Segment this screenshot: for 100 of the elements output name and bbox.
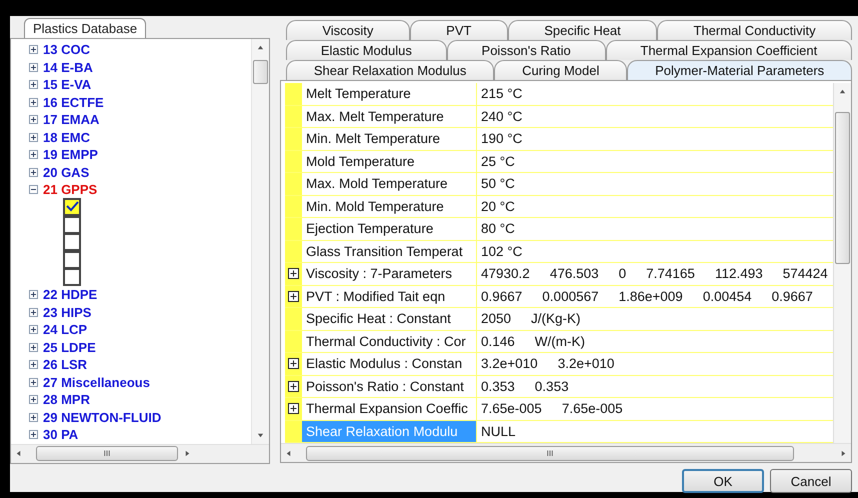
property-value: 102 °C [481,244,522,259]
tab[interactable]: Viscosity [286,20,410,40]
tree-item[interactable]: 15 E-VA [43,77,92,92]
expand-icon[interactable] [288,380,299,392]
property-name[interactable]: Max. Mold Temperature [302,173,477,194]
tab[interactable]: Shear Relaxation Modulus [286,60,494,80]
tree-item[interactable]: 16 ECTFE [43,94,104,110]
expand-icon[interactable] [29,378,38,387]
checkbox[interactable] [63,268,81,286]
expand-icon[interactable] [29,290,38,300]
checkbox[interactable] [63,216,81,234]
scrollbar-horizontal[interactable]: III [281,443,851,462]
property-value: 0.353 [481,378,515,394]
arrow-left-icon[interactable] [285,450,292,456]
tab[interactable]: Polymer-Material Parameters [627,60,852,80]
scroll-thumb[interactable] [835,112,850,264]
checkbox[interactable] [63,233,81,252]
expand-icon[interactable] [29,98,38,107]
tab[interactable]: Specific Heat [508,20,658,40]
dialog-button[interactable]: Cancel [770,469,852,493]
scrollbar-horizontal[interactable]: III [11,444,269,462]
tree-item[interactable]: 30 PA [43,427,78,442]
tab[interactable]: Curing Model [494,60,628,80]
property-value: 215 °C [481,86,522,102]
property-name[interactable]: PVT : Modified Tait eqn [302,286,477,307]
tree-item[interactable]: 27 Miscellaneous [43,374,150,390]
tree-item[interactable]: 17 EMAA [43,112,100,128]
expand-icon[interactable] [29,168,38,177]
checkbox[interactable] [63,198,81,216]
tab[interactable]: PVT [410,20,508,40]
arrow-right-icon[interactable] [184,450,191,457]
tab[interactable]: Thermal Expansion Coefficient [606,40,852,60]
property-name[interactable]: Specific Heat : Constant [302,308,477,330]
tree-item[interactable]: 23 HIPS [43,304,92,320]
expand-icon[interactable] [288,268,299,280]
property-name[interactable]: Viscosity : 7-Parameters [302,263,477,284]
tree-item[interactable]: 18 EMC [43,130,90,145]
property-value: 0.00454 [702,288,752,304]
expand-icon[interactable] [29,430,38,440]
tab[interactable]: Poisson's Ratio [446,40,606,60]
property-value: 3.2e+010 [558,356,614,372]
expand-icon[interactable] [288,290,299,302]
scrollbar[interactable] [833,83,851,443]
property-value: 7.74165 [646,266,695,282]
checkbox[interactable] [63,250,81,269]
property-value: 0.000567 [542,288,599,304]
expand-icon[interactable] [29,80,38,90]
tab[interactable]: Elastic Modulus [286,40,447,60]
property-name[interactable]: Max. Melt Temperature [302,106,477,127]
property-name[interactable]: Min. Mold Temperature [302,196,477,217]
tree-item[interactable]: 13 COC [43,42,90,58]
tree-item[interactable]: 24 LCP [43,322,88,338]
property-value: 0.146 [481,334,515,349]
tree-item[interactable]: 29 NEWTON-FLUID [43,410,162,425]
property-name[interactable]: Min. Melt Temperature [302,128,477,150]
arrow-down-icon[interactable] [257,432,264,438]
expand-icon[interactable] [29,45,38,54]
grip-text: III [546,448,554,458]
expand-icon[interactable] [29,360,38,370]
tree-item[interactable]: 28 MPR [43,392,90,408]
property-name[interactable]: Thermal Conductivity : Cor [302,330,477,352]
property-name[interactable]: Thermal Expansion Coeffic [302,398,477,420]
expand-icon[interactable] [29,185,38,194]
tree-item[interactable]: 20 GAS [43,164,90,180]
expand-icon[interactable] [29,325,38,334]
expand-icon[interactable] [29,395,38,404]
tree-item[interactable]: 26 LSR [43,357,88,372]
panel-tab[interactable]: Plastics Database [24,18,146,38]
expand-icon[interactable] [29,62,38,72]
tree-item[interactable]: 22 HDPE [43,287,98,302]
expand-icon[interactable] [29,308,38,317]
scroll-thumb[interactable] [253,60,268,84]
arrow-left-icon[interactable] [15,450,22,457]
dialog-button[interactable]: OK [682,469,764,493]
property-name[interactable]: Melt Temperature [302,83,477,104]
arrow-right-icon[interactable] [840,450,847,456]
arrow-up-icon[interactable] [839,88,846,95]
property-value: 0 [618,266,626,282]
expand-icon[interactable] [29,342,38,352]
property-name[interactable]: Elastic Modulus : Constan [302,353,477,374]
expand-icon[interactable] [29,150,38,160]
expand-icon[interactable] [288,403,299,414]
property-name[interactable]: Ejection Temperature [302,218,477,240]
expand-icon[interactable] [288,358,299,370]
scrollbar[interactable] [251,39,269,444]
property-value: 25 °C [481,154,515,169]
property-value: 7.65e-005 [481,401,542,416]
tree-item[interactable]: 14 E-BA [43,60,93,75]
tree-item[interactable]: 21 GPPS [43,182,98,198]
expand-icon[interactable] [29,132,38,142]
arrow-up-icon[interactable] [257,44,264,51]
tree-item[interactable]: 19 EMPP [43,147,98,162]
property-name[interactable]: Poisson's Ratio : Constant [302,376,477,397]
property-value: 47930.2 [481,266,530,282]
property-name[interactable]: Glass Transition Temperat [302,240,477,262]
expand-icon[interactable] [29,412,38,422]
tab[interactable]: Thermal Conductivity [657,20,852,40]
expand-icon[interactable] [29,115,38,124]
tree-item[interactable]: 25 LDPE [43,340,96,355]
property-name[interactable]: Mold Temperature [302,150,477,172]
